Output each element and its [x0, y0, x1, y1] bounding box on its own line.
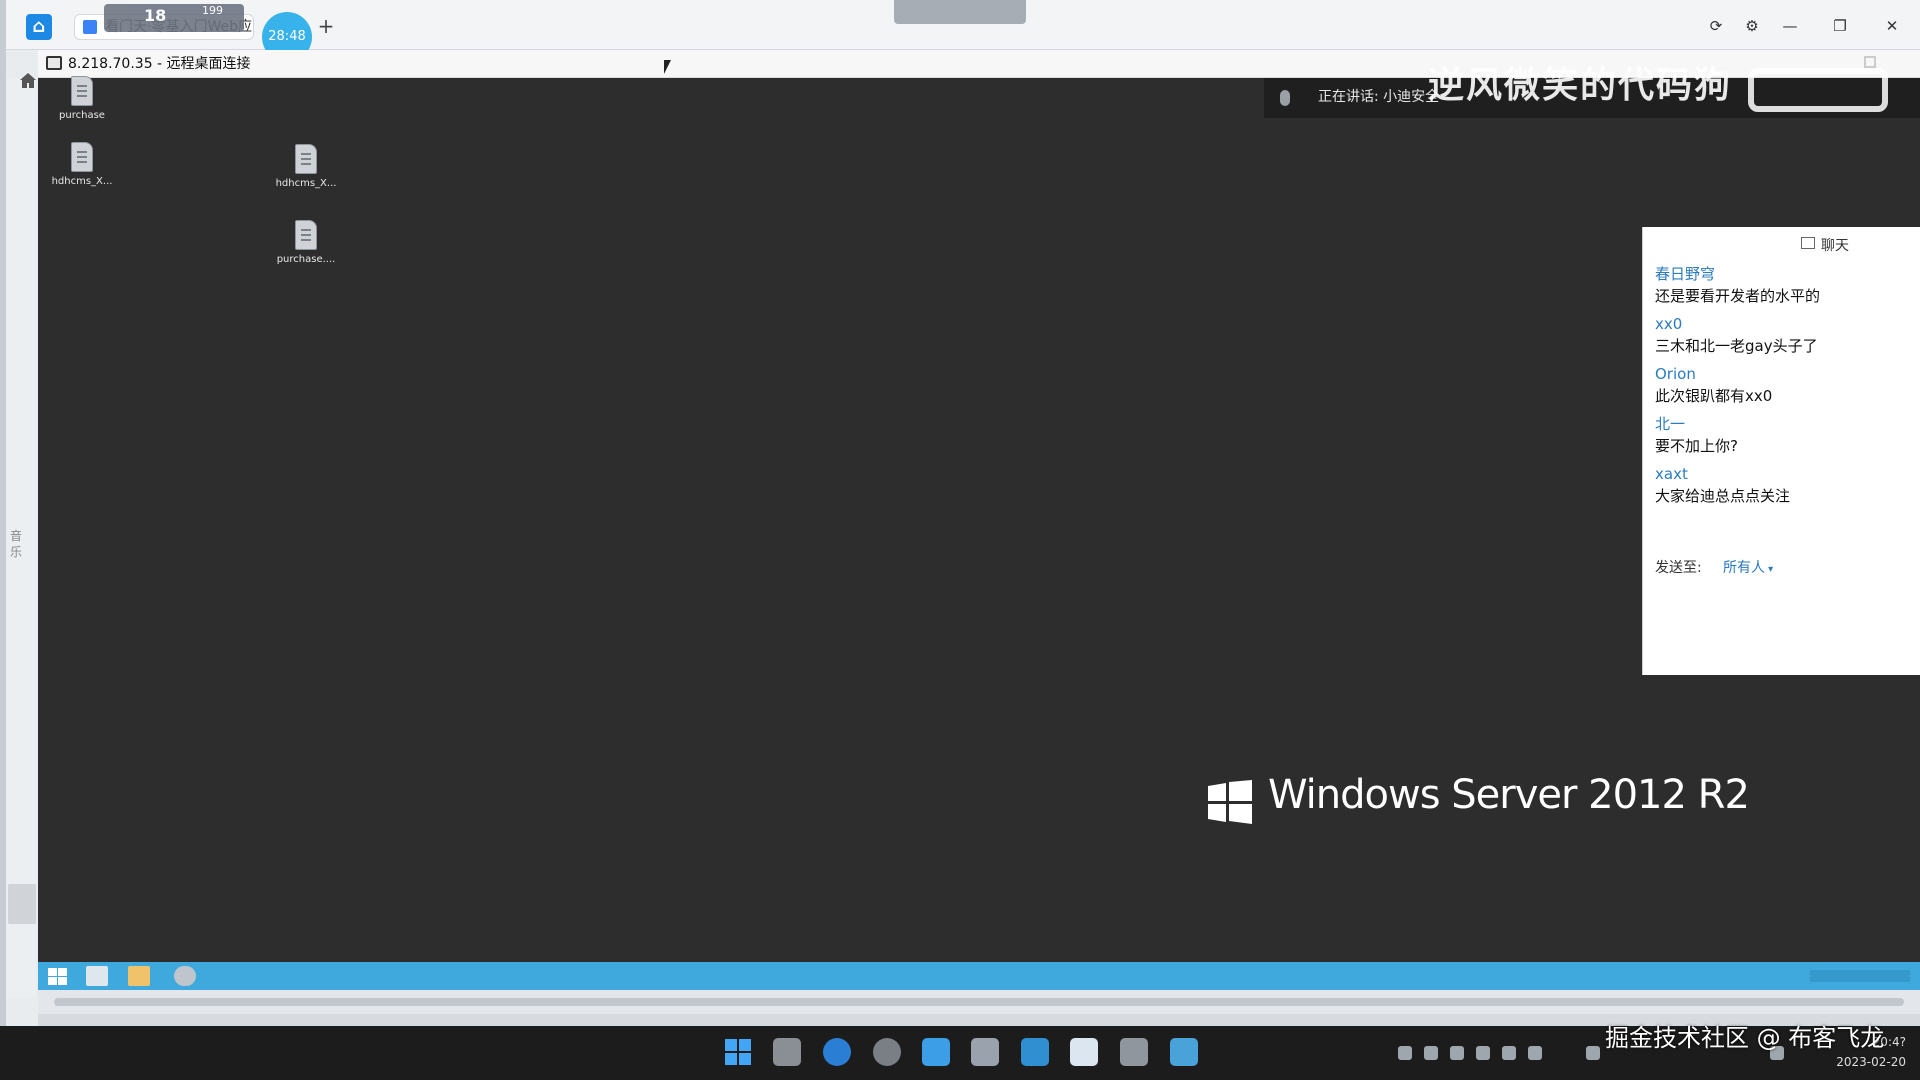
streamer-watermark: 逆风微笑的代码狗 — [1428, 65, 1733, 106]
desktop-icon-hdhcms-1[interactable]: hdhcms_X... — [44, 142, 120, 187]
desktop-icon-label: purchase.... — [276, 254, 336, 265]
site-watermark: 掘金技术社区 @ 布客飞龙 — [1605, 1024, 1885, 1052]
close-button[interactable]: ✕ — [1878, 14, 1906, 38]
rdp-horizontal-scrollbar[interactable] — [38, 990, 1920, 1014]
server-manager-icon[interactable] — [86, 966, 108, 986]
tray-app-icon[interactable] — [1450, 1046, 1464, 1060]
home-icon[interactable] — [18, 70, 38, 90]
viewer-count: 18 — [144, 6, 167, 25]
file-icon — [71, 142, 93, 172]
viewer-count-secondary: 199 — [202, 4, 223, 17]
scrollbar-thumb[interactable] — [54, 998, 1904, 1006]
top-drag-handle[interactable] — [894, 0, 1026, 24]
chat-panel: 聊天 春日野穹 还是要看开发者的水平的 xx0 三木和北一老gay头子了 Ori… — [1642, 227, 1920, 675]
file-icon — [295, 144, 317, 174]
rdp-title-text: 8.218.70.35 - 远程桌面连接 — [68, 56, 251, 72]
chat-text: 大家给迪总点点关注 — [1655, 487, 1791, 505]
expand-icon[interactable] — [1864, 56, 1876, 68]
clock-date: 2023-02-20 — [1836, 1055, 1906, 1069]
chat-text: 要不加上你? — [1655, 437, 1738, 455]
chat-username: xaxt — [1655, 465, 1688, 483]
remote-start-button[interactable] — [46, 966, 68, 986]
tool-app-icon[interactable] — [1120, 1038, 1148, 1066]
tool-icon[interactable] — [174, 966, 196, 986]
remote-desktop-app-icon[interactable] — [971, 1038, 999, 1066]
chat-username: xx0 — [1655, 315, 1683, 333]
notepad-app-icon[interactable] — [1170, 1038, 1198, 1066]
sidebar-caption: 音 乐 — [10, 529, 23, 559]
chat-icon — [1801, 237, 1815, 249]
bilibili-logo — [1748, 68, 1888, 112]
chat-message-list: 春日野穹 还是要看开发者的水平的 xx0 三木和北一老gay头子了 Orion … — [1655, 263, 1911, 513]
chat-message: Orion 此次银趴都有xx0 — [1655, 363, 1911, 407]
tray-app-icon[interactable] — [1502, 1046, 1516, 1060]
send-to-label: 发送至: — [1655, 560, 1702, 576]
desktop-icon-hdhcms-2[interactable]: hdhcms_X... — [268, 144, 344, 189]
os-edition-label: Windows Server 2012 R2 — [1268, 772, 1750, 818]
chat-username: 春日野穹 — [1655, 265, 1716, 283]
send-to-dropdown[interactable]: 所有人 — [1723, 557, 1773, 577]
chat-message: 春日野穹 还是要看开发者的水平的 — [1655, 263, 1911, 307]
chat-title-text: 聊天 — [1821, 238, 1849, 254]
network-icon[interactable] — [1586, 1046, 1600, 1060]
tray-app-icon[interactable] — [1528, 1046, 1542, 1060]
chat-title: 聊天 — [1801, 235, 1849, 255]
chat-message: 北一 要不加上你? — [1655, 413, 1911, 457]
sidebar-tool-button[interactable] — [8, 884, 36, 924]
host-titlebar: ⌂ 看门天·零基入门Web应 18 199 28:48 + ⟳ ⚙ — ❐ ✕ — [0, 0, 1920, 62]
chat-username: Orion — [1655, 365, 1696, 383]
remote-desktop-icon — [46, 56, 62, 70]
file-icon — [71, 76, 93, 106]
chat-username: 北一 — [1655, 415, 1686, 433]
chat-text: 三木和北一老gay头子了 — [1655, 337, 1818, 355]
microphone-icon — [1280, 90, 1290, 106]
file-explorer-icon[interactable] — [773, 1038, 801, 1066]
refresh-icon[interactable]: ⟳ — [1702, 14, 1730, 38]
desktop-icon-label: hdhcms_X... — [275, 178, 337, 189]
desktop-icon-label: purchase — [59, 110, 105, 121]
remote-desktop[interactable]: purchase hdhcms_X... hdhcms_X... purchas… — [38, 56, 1920, 962]
file-explorer-icon[interactable] — [128, 966, 150, 986]
chrome-browser-icon[interactable] — [873, 1038, 901, 1066]
minimize-button[interactable]: — — [1776, 14, 1804, 38]
tray-app-icon[interactable] — [1424, 1046, 1438, 1060]
viewer-count-overlay: 18 199 — [104, 4, 244, 32]
desktop-icon-purchase[interactable]: purchase — [44, 76, 120, 121]
shield-icon[interactable] — [1476, 1046, 1490, 1060]
new-tab-button[interactable]: + — [314, 14, 338, 38]
chat-text: 还是要看开发者的水平的 — [1655, 287, 1821, 305]
tab-favicon-icon — [83, 20, 97, 34]
windows-logo-icon — [1208, 780, 1252, 824]
desktop-icon-purchase-2[interactable]: purchase.... — [268, 220, 344, 265]
remote-system-tray[interactable] — [1810, 970, 1910, 982]
edge-browser-icon[interactable] — [823, 1038, 851, 1066]
screen-app-icon[interactable] — [1021, 1038, 1049, 1066]
meeting-app-icon[interactable] — [922, 1038, 950, 1066]
chat-message: xaxt 大家给迪总点点关注 — [1655, 463, 1911, 507]
remote-taskbar — [38, 962, 1920, 990]
chat-message: xx0 三木和北一老gay头子了 — [1655, 313, 1911, 357]
restore-button[interactable]: ❐ — [1826, 14, 1854, 38]
desktop-icon-label: hdhcms_X... — [51, 176, 113, 187]
start-button[interactable] — [724, 1038, 752, 1066]
chat-text: 此次银趴都有xx0 — [1655, 387, 1773, 405]
settings-icon[interactable]: ⚙ — [1738, 14, 1766, 38]
file-icon — [295, 220, 317, 250]
folder-app-icon[interactable] — [1070, 1038, 1098, 1066]
mouse-cursor — [664, 60, 671, 74]
tray-app-icon[interactable] — [1398, 1046, 1412, 1060]
app-logo-icon[interactable]: ⌂ — [26, 14, 52, 40]
